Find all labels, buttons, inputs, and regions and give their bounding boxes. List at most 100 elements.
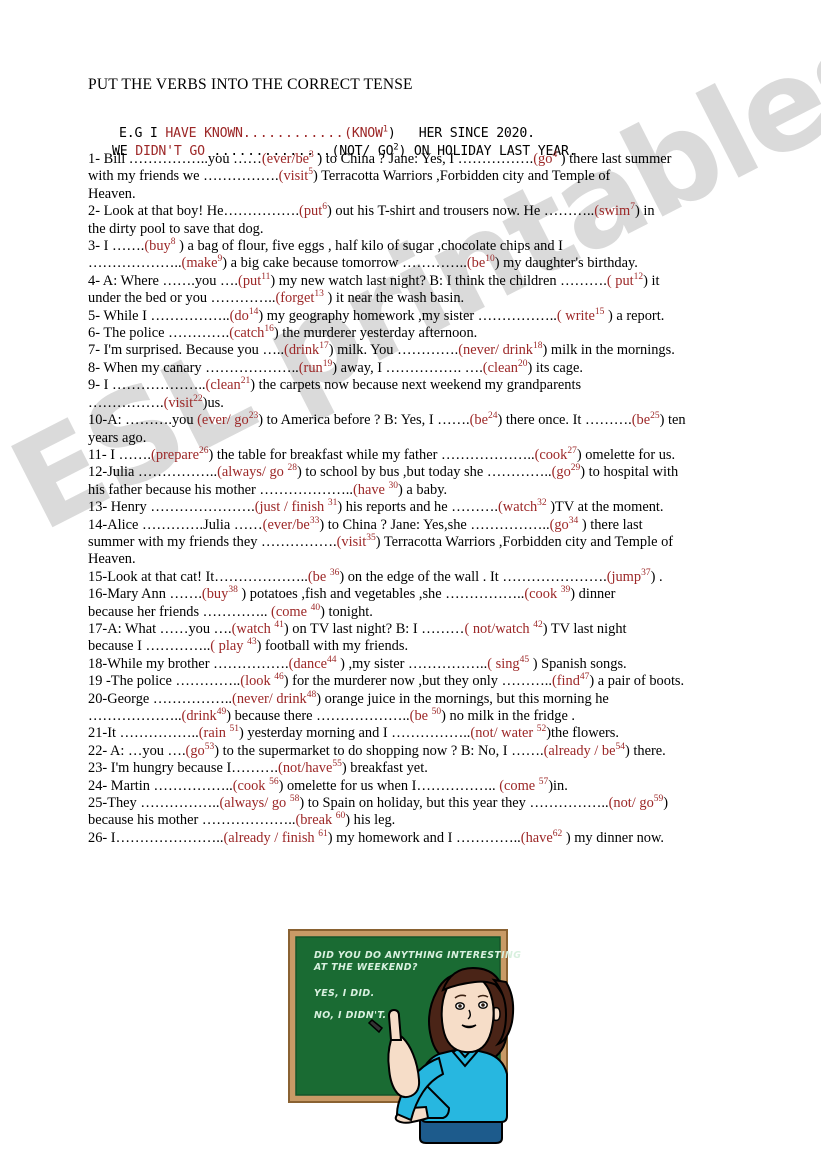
exercise-text: Bill ……………..you …… xyxy=(100,151,262,167)
verb-cue-number: 58 xyxy=(289,794,300,805)
exercise-line: 14-Alice ………….Julia ……(ever/be33) to Chi… xyxy=(88,515,778,534)
exercise-line: 8- When my canary ………………..(run19) away, … xyxy=(88,359,778,377)
verb-cue: (come 57 xyxy=(499,776,549,794)
exercise-number: 15- xyxy=(88,568,108,585)
exercise-line: 13- Henry ………………….(just / finish 31) his… xyxy=(88,499,778,516)
exercise-line: 4- A: Where …….you ….(put11) my new watc… xyxy=(88,272,778,290)
exercise-line: years ago. xyxy=(88,430,778,447)
exercise-text: years ago. xyxy=(88,429,147,446)
verb-cue-number: 39 xyxy=(560,585,571,596)
verb-cue: (ever/be33 xyxy=(262,515,320,533)
exercise-text: ) ten xyxy=(659,412,686,429)
exercise-text: ) my dinner now. xyxy=(562,829,665,846)
exercise-number: 1- xyxy=(88,151,100,167)
exercise-text: I'm hungry because I………. xyxy=(107,760,279,777)
exercise-text: ) my new watch last night? B: I think th… xyxy=(270,272,607,289)
example-line1-post: ) HER SINCE 2020. xyxy=(387,126,535,141)
exercise-text: ) a baby. xyxy=(398,481,448,498)
exercise-text: ) to hospital with xyxy=(580,464,679,481)
verb-cue-number: 55 xyxy=(332,759,342,770)
exercise-text: ) on TV last night? B: I ……… xyxy=(283,620,465,637)
exercise-text: They …………….. xyxy=(107,795,220,812)
classroom-illustration: DID YOU DO ANYTHING INTERESTING AT THE W… xyxy=(287,928,533,1154)
exercise-line: because his mother ………………..(break 60) hi… xyxy=(88,812,778,829)
exercise-text: the dirty pool to save that dog. xyxy=(88,220,264,237)
chalkboard-line: YES, I DID. xyxy=(314,988,375,999)
verb-cue-number: 42 xyxy=(533,620,543,631)
exercise-text: ) a bag of flour, five eggs , half kilo … xyxy=(175,238,563,255)
verb-cue-number: 50 xyxy=(431,707,442,718)
exercise-number: 7- xyxy=(88,342,100,359)
verb-cue-number: 29 xyxy=(570,463,581,474)
exercise-line: ………………..(make9) a big cake because tomor… xyxy=(88,255,778,272)
verb-cue-number: 60 xyxy=(335,811,346,822)
exercise-item: 2- Look at that boy! He…………….(put6) out … xyxy=(88,203,778,238)
verb-cue: (break 60 xyxy=(295,811,346,829)
verb-cue-number: 41 xyxy=(274,620,284,631)
exercise-text: ) milk in the mornings. xyxy=(542,342,675,359)
exercise-line: the dirty pool to save that dog. xyxy=(88,221,778,238)
exercise-item: 9- I ………………..(clean21) the carpets now b… xyxy=(88,377,778,412)
exercise-text: ) out his T-shirt and trousers now. He …… xyxy=(326,203,595,220)
exercise-item: 3- I …….(buy8 ) a bag of flour, five egg… xyxy=(88,237,778,273)
verb-cue: (put6 xyxy=(299,202,327,220)
exercise-text: When my canary ……………….. xyxy=(100,359,299,376)
exercise-line: 7- I'm surprised. Because you …..(drink1… xyxy=(88,342,778,359)
exercise-text: ) the carpets now because next weekend m… xyxy=(250,377,582,394)
exercise-item: 12-Julia ……………..(always/ go 28) to schoo… xyxy=(88,464,778,499)
exercise-text: ) to Spain on holiday, but this year the… xyxy=(299,795,609,812)
exercise-text: ) breakfast yet. xyxy=(341,760,428,777)
exercise-item: 26- I…………………..(already / finish 61) my h… xyxy=(88,829,778,847)
exercise-text: Mary Ann ……. xyxy=(107,586,202,603)
verb-cue-number: 40 xyxy=(310,602,321,613)
verb-cue: (buy38 xyxy=(201,585,238,603)
exercise-number: 21- xyxy=(88,725,108,742)
exercise-number: 11- xyxy=(88,446,107,463)
exercise-text: Heaven. xyxy=(88,185,136,202)
verb-cue: (never/ drink48 xyxy=(232,689,317,707)
exercise-text: ) my daughter's birthday. xyxy=(494,255,638,272)
verb-cue-number: 62 xyxy=(552,829,563,840)
exercise-line: because her friends ………….. (come 40) ton… xyxy=(88,602,778,621)
verb-cue: (visit35 xyxy=(336,533,376,550)
exercise-item: 8- When my canary ………………..(run19) away, … xyxy=(88,359,778,377)
exercise-text: because his mother ……………….. xyxy=(88,812,296,829)
exercise-text: ) . xyxy=(650,568,663,585)
exercise-line: 11- I …….(prepare26) the table for break… xyxy=(88,446,778,464)
chalkboard-line: AT THE WEEKEND? xyxy=(313,962,418,973)
exercise-text: ) no milk in the fridge . xyxy=(441,708,576,724)
verb-cue-number: 46 xyxy=(274,672,284,683)
exercise-number: 17- xyxy=(88,620,108,637)
verb-cue-number: 25 xyxy=(650,411,660,422)
exercise-text: ) potatoes ,fish and vegetables ,she ………… xyxy=(237,586,525,603)
exercise-item: 1- Bill ……………..you ……(ever/be3 ) to Chin… xyxy=(88,150,778,203)
verb-cue-number: 12 xyxy=(633,272,644,283)
exercise-line: 9- I ………………..(clean21) the carpets now b… xyxy=(88,377,778,394)
verb-cue-number: 32 xyxy=(537,498,547,509)
verb-cue-number: 27 xyxy=(567,446,577,457)
exercise-number: 22- xyxy=(88,742,108,759)
verb-cue: (cook 56 xyxy=(232,776,279,794)
exercise-item: 4- A: Where …….you ….(put11) my new watc… xyxy=(88,272,778,308)
exercise-text: A: …you …. xyxy=(107,742,186,759)
verb-cue: (cook 39 xyxy=(524,585,571,603)
exercise-text: summer with my friends they ……………. xyxy=(88,533,337,550)
exercise-text: because her friends ………….. xyxy=(88,603,272,620)
verb-cue-number: 13 xyxy=(314,289,324,300)
exercise-number: 24- xyxy=(88,777,108,794)
verb-cue: (visit22 xyxy=(163,393,203,411)
exercise-item: 23- I'm hungry because I……….(not/have55)… xyxy=(88,760,778,777)
exercise-text: ) his leg. xyxy=(345,812,396,829)
exercise-number: 16- xyxy=(88,586,108,603)
verb-cue: (find47 xyxy=(551,672,590,690)
exercise-text: ) away, I ……………. …. xyxy=(332,359,483,376)
verb-cue: (swim7 xyxy=(594,202,635,220)
verb-cue: (be24 xyxy=(469,411,498,429)
verb-cue-number: 33 xyxy=(309,515,320,526)
exercise-text: ) ,my sister …………….. xyxy=(336,655,488,672)
exercise-line: …………….(visit22)us. xyxy=(88,393,778,412)
exercise-text: ) the murderer yesterday afternoon. xyxy=(273,325,478,342)
verb-cue-number: 28 xyxy=(287,463,297,474)
exercise-text: I ……. xyxy=(100,238,145,255)
exercise-number: 19 - xyxy=(88,673,111,690)
